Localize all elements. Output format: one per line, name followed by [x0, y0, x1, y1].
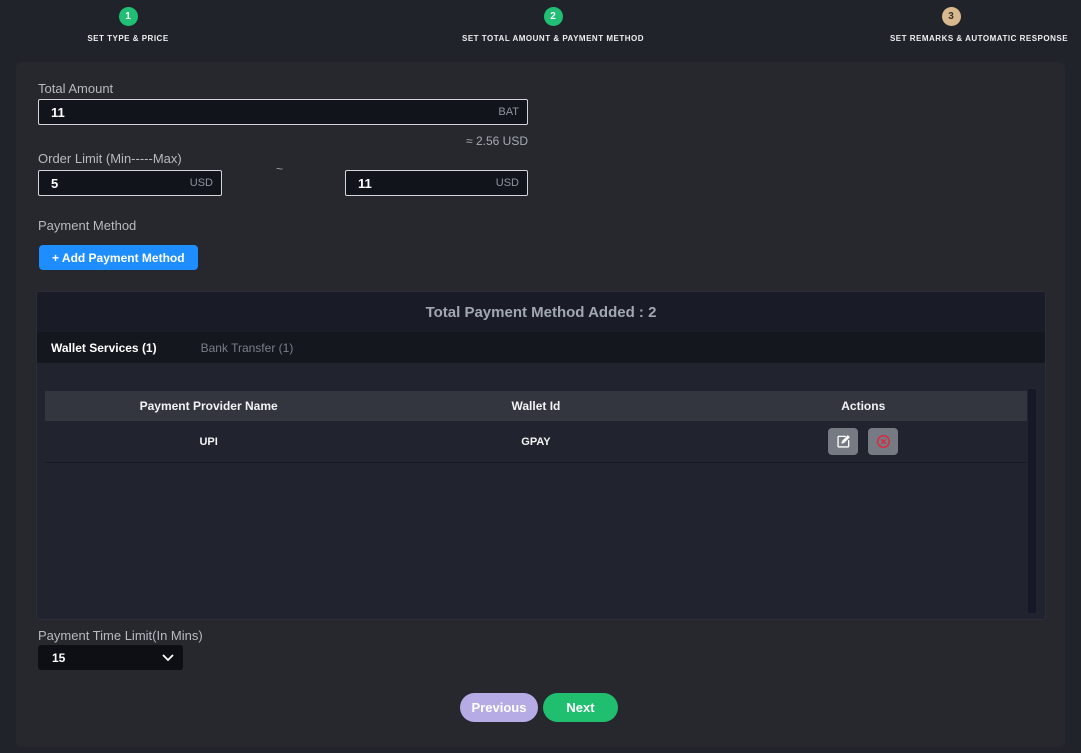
order-limit-label: Order Limit (Min-----Max)	[38, 151, 182, 166]
step-2-circle: 2	[544, 7, 563, 26]
table-header: Payment Provider Name Wallet Id Actions	[45, 391, 1027, 421]
next-button[interactable]: Next	[543, 693, 618, 722]
cell-provider-name: UPI	[45, 436, 372, 448]
panel-scrollbar[interactable]	[1028, 389, 1036, 613]
total-amount-label: Total Amount	[38, 81, 113, 96]
order-limit-min-input[interactable]	[39, 176, 190, 191]
step-3-label: SET REMARKS & AUTOMATIC RESPONSE	[890, 34, 1068, 43]
delete-button[interactable]	[868, 428, 898, 455]
payment-method-label: Payment Method	[38, 218, 136, 233]
form-card: Total Amount BAT ≈ 2.56 USD Order Limit …	[16, 62, 1065, 747]
tab-bank-transfer[interactable]: Bank Transfer (1)	[201, 341, 294, 355]
add-payment-method-button[interactable]: + Add Payment Method	[39, 245, 198, 270]
stepper: 1 SET TYPE & PRICE 2 SET TOTAL AMOUNT & …	[0, 0, 1081, 57]
column-actions: Actions	[700, 399, 1027, 413]
cell-actions	[700, 428, 1027, 455]
step-1-circle: 1	[119, 7, 138, 26]
step-type-price[interactable]: 1 SET TYPE & PRICE	[0, 7, 256, 43]
previous-button[interactable]: Previous	[460, 693, 538, 722]
cell-wallet-id: GPAY	[372, 436, 699, 448]
wizard-screen: 1 SET TYPE & PRICE 2 SET TOTAL AMOUNT & …	[0, 0, 1081, 753]
total-amount-unit: BAT	[498, 106, 527, 118]
total-amount-field: BAT	[38, 99, 528, 125]
step-2-number: 2	[550, 11, 556, 22]
order-limit-separator: ~	[276, 162, 283, 176]
payment-time-limit-value: 15	[38, 651, 162, 665]
panel-tabs: Wallet Services (1) Bank Transfer (1)	[37, 332, 1045, 363]
order-limit-max-input[interactable]	[346, 176, 496, 191]
total-amount-input[interactable]	[39, 105, 498, 120]
order-limit-max-unit: USD	[496, 177, 527, 189]
chevron-down-icon	[162, 654, 174, 662]
payment-methods-panel: Total Payment Method Added : 2 Wallet Se…	[36, 291, 1046, 620]
column-provider-name: Payment Provider Name	[45, 399, 372, 413]
table-row: UPI GPAY	[45, 421, 1027, 463]
step-remarks-response[interactable]: 3 SET REMARKS & AUTOMATIC RESPONSE	[879, 7, 1079, 43]
approx-usd-value: ≈ 2.56 USD	[38, 134, 528, 148]
step-3-number: 3	[948, 11, 954, 22]
step-amount-payment[interactable]: 2 SET TOTAL AMOUNT & PAYMENT METHOD	[403, 7, 703, 43]
step-3-circle: 3	[942, 7, 961, 26]
step-1-number: 1	[125, 11, 131, 22]
step-2-label: SET TOTAL AMOUNT & PAYMENT METHOD	[462, 34, 644, 43]
tab-wallet-services[interactable]: Wallet Services (1)	[51, 341, 157, 355]
column-wallet-id: Wallet Id	[372, 399, 699, 413]
payment-time-limit-select[interactable]: 15	[38, 645, 183, 670]
order-limit-max-field: USD	[345, 170, 528, 196]
edit-button[interactable]	[828, 428, 858, 455]
step-1-label: SET TYPE & PRICE	[87, 34, 168, 43]
edit-icon	[836, 434, 851, 449]
payment-time-limit-label: Payment Time Limit(In Mins)	[38, 628, 203, 643]
delete-icon	[876, 434, 891, 449]
order-limit-min-field: USD	[38, 170, 222, 196]
panel-title: Total Payment Method Added : 2	[37, 292, 1045, 332]
order-limit-min-unit: USD	[190, 177, 221, 189]
